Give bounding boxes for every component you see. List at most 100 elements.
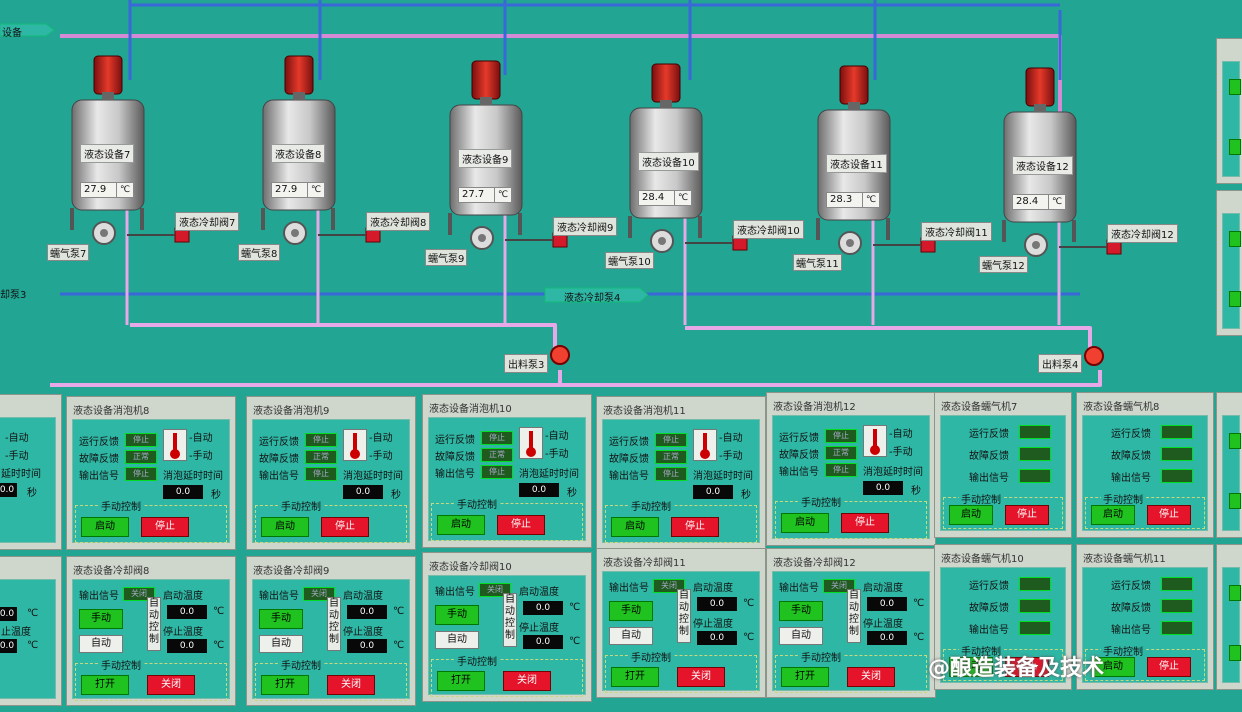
run-feedback-indicator [1161,577,1193,591]
manual-mode-button[interactable]: 手动 [435,605,479,625]
indicator [1229,585,1241,601]
delay-time-value[interactable]: 0.0 [863,481,903,495]
close-button[interactable]: 关闭 [503,671,551,691]
mode-switch-icon[interactable] [519,427,543,459]
open-button[interactable]: 打开 [437,671,485,691]
stop-button[interactable]: 停止 [1147,657,1191,677]
pump-hub-2 [478,234,486,242]
start-temp-value[interactable]: 0.0 [347,605,387,619]
close-button[interactable]: 关闭 [147,675,195,695]
auto-mode-button[interactable]: 自动 [79,635,123,653]
start-button[interactable]: 启动 [781,513,829,533]
tank-leg-left-0 [70,208,74,230]
outlet-pump-icon-1 [1084,346,1104,366]
close-button[interactable]: 关闭 [847,667,895,687]
manual-mode-button[interactable]: 手动 [259,609,303,629]
output-signal-label: 输出信号 [79,471,119,482]
start-button[interactable]: 启动 [437,515,485,535]
delay-unit-label: 秒 [911,486,921,497]
delay-time-value[interactable]: 0.0 [163,485,203,499]
tank-temp-value: 27.9 [271,182,309,198]
mixer-panel: 液态设备消泡机9 运行反馈 停止 故障反馈 正常 输出信号 停止 -自动 -手动 消泡延时时间 0.… [246,396,416,550]
start-button[interactable]: 启动 [1091,505,1135,525]
close-button[interactable]: 关闭 [677,667,725,687]
open-button[interactable]: 打开 [611,667,659,687]
stop-button[interactable]: 停止 [497,515,545,535]
tank-group [70,55,1122,366]
stop-temp-value[interactable]: 0.0 [523,635,563,649]
manual-control-label: 手动控制 [629,649,673,664]
mode-switch-icon[interactable] [343,429,367,461]
auto-mode-button[interactable]: 自动 [779,627,823,645]
tank-leg-left-4 [816,218,820,240]
auto-mode-button[interactable]: 自动 [259,635,303,653]
indicator [1229,291,1241,307]
manual-mode-button[interactable]: 手动 [779,601,823,621]
manual-control-label: 手动控制 [1101,643,1145,658]
close-button[interactable]: 关闭 [327,675,375,695]
run-feedback-label: 运行反馈 [1111,429,1151,440]
stop-temp-label: 停止温度 [693,619,733,630]
start-button[interactable]: 启动 [949,505,993,525]
tank-leg-right-4 [886,218,890,240]
cooling-valve-panel: 液态设备冷却阀11 输出信号 关闭 启动温度 0.0 ℃ 停止温度 0.0 ℃ 手动 自动 自动控制手… [596,548,766,698]
valve-label: 液态冷却阀7 [175,212,240,231]
stop-temp-value[interactable]: 0.0 [697,631,737,645]
delay-time-value[interactable]: 0.0 [519,483,559,497]
fault-feedback-label: 故障反馈 [1111,603,1151,614]
mode-switch-icon[interactable] [163,429,187,461]
stop-button[interactable]: 停止 [141,517,189,537]
manual-label: -手动 [5,451,29,462]
stop-temp-value[interactable]: 0.0 [167,639,207,653]
stop-temp-label: 停止温度 [863,619,903,630]
open-button[interactable]: 打开 [781,667,829,687]
start-temp-value[interactable]: 0.0 [167,605,207,619]
manual-mode-button[interactable]: 手动 [79,609,123,629]
stop-button[interactable]: 停止 [671,517,719,537]
pipe-outlet-right [685,326,1092,355]
delay-time-label: 消泡延时时间 [519,469,579,480]
open-button[interactable]: 打开 [81,675,129,695]
run-feedback-label: 运行反馈 [259,437,299,448]
stop-button[interactable]: 停止 [1147,505,1191,525]
run-feedback-indicator: 停止 [125,433,157,447]
stop-button[interactable]: 停止 [1005,505,1049,525]
output-signal-indicator: 停止 [305,467,337,481]
start-button[interactable]: 启动 [261,517,309,537]
start-temp-value[interactable]: 0.0 [867,597,907,611]
watermark-text: @酿造装备及技术 [928,656,1105,681]
auto-mode-label: -自动 [369,433,393,444]
tank-temp-value: 28.4 [638,190,676,206]
mode-switch-icon[interactable] [693,429,717,461]
valve-label: 液态冷却阀11 [921,222,992,241]
auto-mode-button[interactable]: 自动 [609,627,653,645]
auto-mode-button[interactable]: 自动 [435,631,479,649]
run-feedback-indicator: 停止 [481,431,513,445]
run-feedback-indicator [1019,577,1051,591]
temp-value: 0.0 [0,639,17,653]
outlet-pump-label-4: 出料泵4 [1038,354,1083,373]
start-temp-label: 启动温度 [343,591,383,602]
delay-time-value[interactable]: 0.0 [343,485,383,499]
stop-temp-value[interactable]: 0.0 [347,639,387,653]
tank-name-label: 液态设备12 [1012,156,1073,175]
pump-label: 蠕气泵12 [979,256,1028,273]
stop-button[interactable]: 停止 [321,517,369,537]
delay-unit-label: 秒 [567,488,577,499]
indicator [1229,433,1241,449]
tank-motor-2 [471,60,501,100]
start-button[interactable]: 启动 [611,517,659,537]
stop-temp-value[interactable]: 0.0 [867,631,907,645]
sec-unit: 秒 [27,488,37,499]
start-temp-value[interactable]: 0.0 [523,601,563,615]
mode-switch-icon[interactable] [863,425,887,457]
stop-button[interactable]: 停止 [841,513,889,533]
tank-motor-1 [284,55,314,95]
fault-feedback-indicator: 正常 [125,450,157,464]
manual-mode-button[interactable]: 手动 [609,601,653,621]
start-temp-unit: ℃ [393,606,405,617]
start-temp-value[interactable]: 0.0 [697,597,737,611]
delay-time-value[interactable]: 0.0 [693,485,733,499]
open-button[interactable]: 打开 [261,675,309,695]
start-button[interactable]: 启动 [81,517,129,537]
